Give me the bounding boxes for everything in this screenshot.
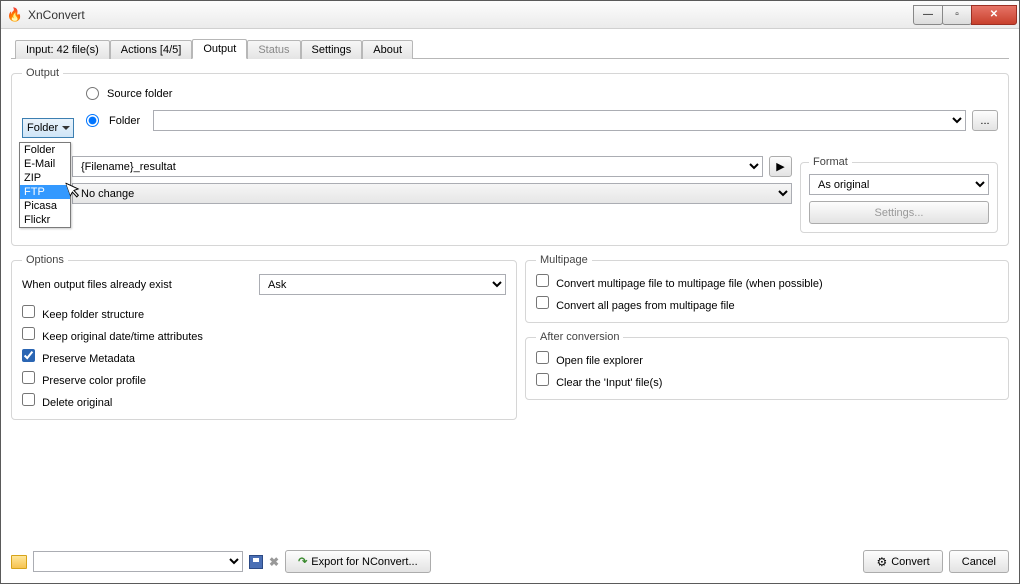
tab-input[interactable]: Input: 42 file(s) bbox=[15, 40, 110, 59]
content-area: Input: 42 file(s) Actions [4/5] Output S… bbox=[1, 29, 1019, 583]
save-preset-icon[interactable] bbox=[249, 555, 263, 569]
dest-option-email[interactable]: E-Mail bbox=[20, 157, 70, 171]
delete-preset-icon[interactable]: ✖ bbox=[269, 555, 279, 569]
app-title: XnConvert bbox=[28, 8, 913, 22]
open-preset-icon[interactable] bbox=[11, 555, 27, 569]
clear-input-checkbox[interactable]: Clear the 'Input' file(s) bbox=[536, 373, 662, 389]
folder-radio[interactable] bbox=[86, 114, 99, 127]
preset-select[interactable] bbox=[33, 551, 243, 572]
window-controls: — ▫ ✕ bbox=[913, 5, 1019, 25]
open-explorer-checkbox[interactable]: Open file explorer bbox=[536, 351, 643, 367]
after-conversion-fieldset: After conversion Open file explorer Clea… bbox=[525, 331, 1009, 400]
export-nconvert-button[interactable]: ↷ Export for NConvert... bbox=[285, 550, 431, 573]
format-select[interactable]: As original bbox=[809, 174, 989, 195]
tab-output[interactable]: Output bbox=[192, 39, 247, 59]
preserve-meta-checkbox[interactable]: Preserve Metadata bbox=[22, 349, 135, 365]
source-folder-radio[interactable] bbox=[86, 87, 99, 100]
multipage-fieldset: Multipage Convert multipage file to mult… bbox=[525, 254, 1009, 323]
multipage-legend: Multipage bbox=[536, 254, 592, 266]
titlebar: 🔥 XnConvert — ▫ ✕ bbox=[1, 1, 1019, 29]
destination-dropdown[interactable]: Folder E-Mail ZIP FTP Picasa Flickr bbox=[19, 142, 71, 228]
app-window: 🔥 XnConvert — ▫ ✕ Input: 42 file(s) Acti… bbox=[0, 0, 1020, 584]
app-icon: 🔥 bbox=[7, 7, 23, 23]
destination-select[interactable]: Folder bbox=[22, 118, 74, 138]
source-folder-label: Source folder bbox=[107, 88, 172, 100]
keep-date-checkbox[interactable]: Keep original date/time attributes bbox=[22, 327, 203, 343]
dest-option-folder[interactable]: Folder bbox=[20, 143, 70, 157]
convert-button[interactable]: ⚙ Convert bbox=[863, 550, 942, 573]
bottom-toolbar: ✖ ↷ Export for NConvert... ⚙ Convert Can… bbox=[11, 550, 1009, 573]
browse-folder-button[interactable]: ... bbox=[972, 110, 998, 131]
convert-all-pages-checkbox[interactable]: Convert all pages from multipage file bbox=[536, 296, 735, 312]
cancel-button[interactable]: Cancel bbox=[949, 550, 1009, 573]
filename-insert-button[interactable]: ▶ bbox=[769, 156, 792, 177]
convert-multipage-checkbox[interactable]: Convert multipage file to multipage file… bbox=[536, 274, 823, 290]
destination-select-label: Folder bbox=[27, 122, 58, 134]
format-fieldset: Format As original Settings... bbox=[800, 156, 998, 233]
minimize-button[interactable]: — bbox=[913, 5, 943, 25]
close-button[interactable]: ✕ bbox=[971, 5, 1017, 25]
export-icon: ↷ bbox=[298, 555, 307, 568]
output-legend: Output bbox=[22, 67, 63, 79]
dest-option-ftp[interactable]: FTP bbox=[20, 185, 70, 199]
after-legend: After conversion bbox=[536, 331, 623, 343]
chevron-down-icon bbox=[62, 126, 70, 130]
options-fieldset: Options When output files already exist … bbox=[11, 254, 517, 420]
format-legend: Format bbox=[809, 156, 852, 168]
exists-label: When output files already exist bbox=[22, 279, 247, 291]
tab-bar: Input: 42 file(s) Actions [4/5] Output S… bbox=[11, 37, 1009, 59]
folder-radio-label: Folder bbox=[109, 115, 147, 127]
format-settings-button[interactable]: Settings... bbox=[809, 201, 989, 224]
tab-about[interactable]: About bbox=[362, 40, 413, 59]
dest-option-zip[interactable]: ZIP bbox=[20, 171, 70, 185]
folder-path-select[interactable] bbox=[153, 110, 966, 131]
dest-option-picasa[interactable]: Picasa bbox=[20, 199, 70, 213]
options-legend: Options bbox=[22, 254, 68, 266]
tab-actions[interactable]: Actions [4/5] bbox=[110, 40, 193, 59]
tab-status: Status bbox=[247, 40, 300, 59]
delete-original-checkbox[interactable]: Delete original bbox=[22, 393, 112, 409]
output-fieldset: Output Folder Source folder bbox=[11, 67, 1009, 246]
exists-select[interactable]: Ask bbox=[259, 274, 506, 295]
keep-folder-checkbox[interactable]: Keep folder structure bbox=[22, 305, 144, 321]
tab-settings[interactable]: Settings bbox=[301, 40, 363, 59]
preserve-color-checkbox[interactable]: Preserve color profile bbox=[22, 371, 146, 387]
maximize-button[interactable]: ▫ bbox=[942, 5, 972, 25]
filename-select[interactable]: {Filename}_resultat bbox=[72, 156, 763, 177]
case-select[interactable]: No change bbox=[72, 183, 792, 204]
gear-icon: ⚙ bbox=[876, 555, 887, 569]
dest-option-flickr[interactable]: Flickr bbox=[20, 213, 70, 227]
